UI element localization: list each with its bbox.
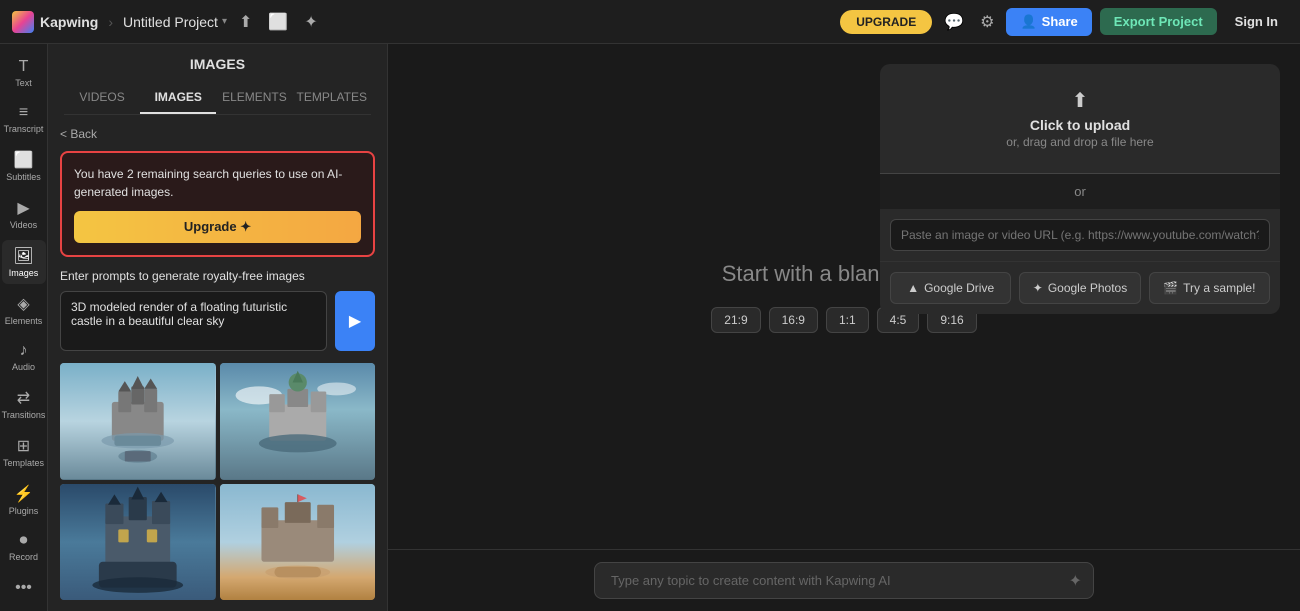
videos-icon: ▶ [17,198,29,218]
ai-input-bar: ✦ [388,549,1300,611]
canvas-area: Start with a blank canvas 21:9 16:9 1:1 … [388,44,1300,611]
upload-panel: ⬆ Click to upload or, drag and drop a fi… [880,64,1280,314]
record-icon: ⏺ [19,532,27,550]
brand-name: Kapwing [40,14,98,30]
image-result-2[interactable] [220,363,376,480]
sidebar: T Text ≡ Transcript ⬜ Subtitles ▶ Videos… [0,44,48,611]
source-buttons: ▲ Google Drive ✦ Google Photos 🎬 Try a s… [880,261,1280,314]
sidebar-item-elements[interactable]: ◈ Elements [2,288,46,332]
sidebar-item-audio[interactable]: ♪ Audio [2,336,46,378]
elements-icon: ◈ [17,294,29,314]
share-icon: 👤 [1020,14,1036,30]
settings-button[interactable]: ⚙ [976,8,998,36]
breadcrumb-separator: › [108,14,113,30]
prompt-input[interactable]: 3D modeled render of a floating futurist… [60,291,327,351]
templates-icon: ⊞ [17,436,30,456]
more-icon: ••• [15,579,32,597]
preview-button[interactable]: ⬜ [264,8,292,36]
sample-icon: 🎬 [1163,281,1178,295]
sidebar-item-transitions[interactable]: ⇄ Transitions [2,382,46,426]
upload-or-label: or [880,174,1280,209]
google-photos-icon: ✦ [1033,281,1043,295]
project-chevron-icon: ▾ [222,16,227,27]
upload-drag-label: or, drag and drop a file here [900,135,1260,149]
sidebar-item-videos[interactable]: ▶ Videos [2,192,46,236]
google-photos-button[interactable]: ✦ Google Photos [1019,272,1140,304]
plugins-icon: ⚡ [14,484,34,504]
images-panel: IMAGES VIDEOS IMAGES ELEMENTS TEMPLATES … [48,44,388,611]
ai-magic-icon: ✦ [1069,571,1082,591]
upgrade-inline-button[interactable]: Upgrade ✦ [74,211,361,243]
ar-21-9[interactable]: 21:9 [711,307,760,333]
subtitles-icon: ⬜ [14,150,34,170]
upload-click-label: Click to upload [900,117,1260,133]
sidebar-item-subtitles[interactable]: ⬜ Subtitles [2,144,46,188]
tab-elements[interactable]: ELEMENTS [216,82,292,114]
image-grid [60,363,375,600]
url-input-row [880,209,1280,261]
upload-icon: ⬆ [900,88,1260,113]
google-drive-button[interactable]: ▲ Google Drive [890,272,1011,304]
sidebar-item-more[interactable]: ••• [2,573,46,603]
magic-button[interactable]: ✦ [300,8,321,36]
project-name[interactable]: Untitled Project ▾ [123,14,227,30]
sidebar-item-record[interactable]: ⏺ Record [2,526,46,568]
transitions-icon: ⇄ [17,388,30,408]
tab-images[interactable]: IMAGES [140,82,216,114]
kapwing-logo-icon [12,11,34,33]
prompt-submit-button[interactable]: ▶ [335,291,375,351]
signin-button[interactable]: Sign In [1225,8,1288,35]
sidebar-item-plugins[interactable]: ⚡ Plugins [2,478,46,522]
ai-alert-box: You have 2 remaining search queries to u… [60,151,375,257]
image-result-4[interactable] [220,484,376,601]
submit-arrow-icon: ▶ [349,311,361,331]
share-button[interactable]: 👤 Share [1006,8,1091,36]
tab-videos[interactable]: VIDEOS [64,82,140,114]
canvas-main: Start with a blank canvas 21:9 16:9 1:1 … [388,44,1300,549]
upload-button[interactable]: ⬆ [235,8,256,36]
back-link[interactable]: < Back [60,127,97,141]
tab-templates[interactable]: TEMPLATES [293,82,371,114]
try-sample-button[interactable]: 🎬 Try a sample! [1149,272,1270,304]
images-icon: 🖼 [13,246,33,266]
comments-button[interactable]: 💬 [940,8,968,36]
ai-topic-input[interactable] [594,562,1094,599]
image-result-1[interactable] [60,363,216,480]
google-drive-icon: ▲ [907,281,919,295]
export-button[interactable]: Export Project [1100,8,1217,35]
prompt-row: 3D modeled render of a floating futurist… [60,291,375,351]
logo-area: Kapwing [12,11,98,33]
upgrade-button[interactable]: UPGRADE [840,10,932,34]
transcript-icon: ≡ [19,104,28,122]
panel-content: < Back You have 2 remaining search queri… [48,115,387,611]
panel-header: IMAGES VIDEOS IMAGES ELEMENTS TEMPLATES [48,44,387,115]
url-input-field[interactable] [890,219,1270,251]
image-result-3[interactable] [60,484,216,601]
ai-input-wrap: ✦ [594,562,1094,599]
main-layout: T Text ≡ Transcript ⬜ Subtitles ▶ Videos… [0,44,1300,611]
sidebar-item-templates[interactable]: ⊞ Templates [2,430,46,474]
prompt-label: Enter prompts to generate royalty-free i… [60,269,375,283]
ar-1-1[interactable]: 1:1 [826,307,869,333]
text-icon: T [19,58,29,76]
upload-drop-zone[interactable]: ⬆ Click to upload or, drag and drop a fi… [880,64,1280,174]
alert-text: You have 2 remaining search queries to u… [74,165,361,201]
sidebar-item-transcript[interactable]: ≡ Transcript [2,98,46,140]
sidebar-item-text[interactable]: T Text [2,52,46,94]
audio-icon: ♪ [20,342,28,360]
panel-title: IMAGES [64,56,371,82]
topbar: Kapwing › Untitled Project ▾ ⬆ ⬜ ✦ UPGRA… [0,0,1300,44]
ar-16-9[interactable]: 16:9 [769,307,818,333]
sidebar-item-images[interactable]: 🖼 Images [2,240,46,284]
panel-tabs: VIDEOS IMAGES ELEMENTS TEMPLATES [64,82,371,115]
